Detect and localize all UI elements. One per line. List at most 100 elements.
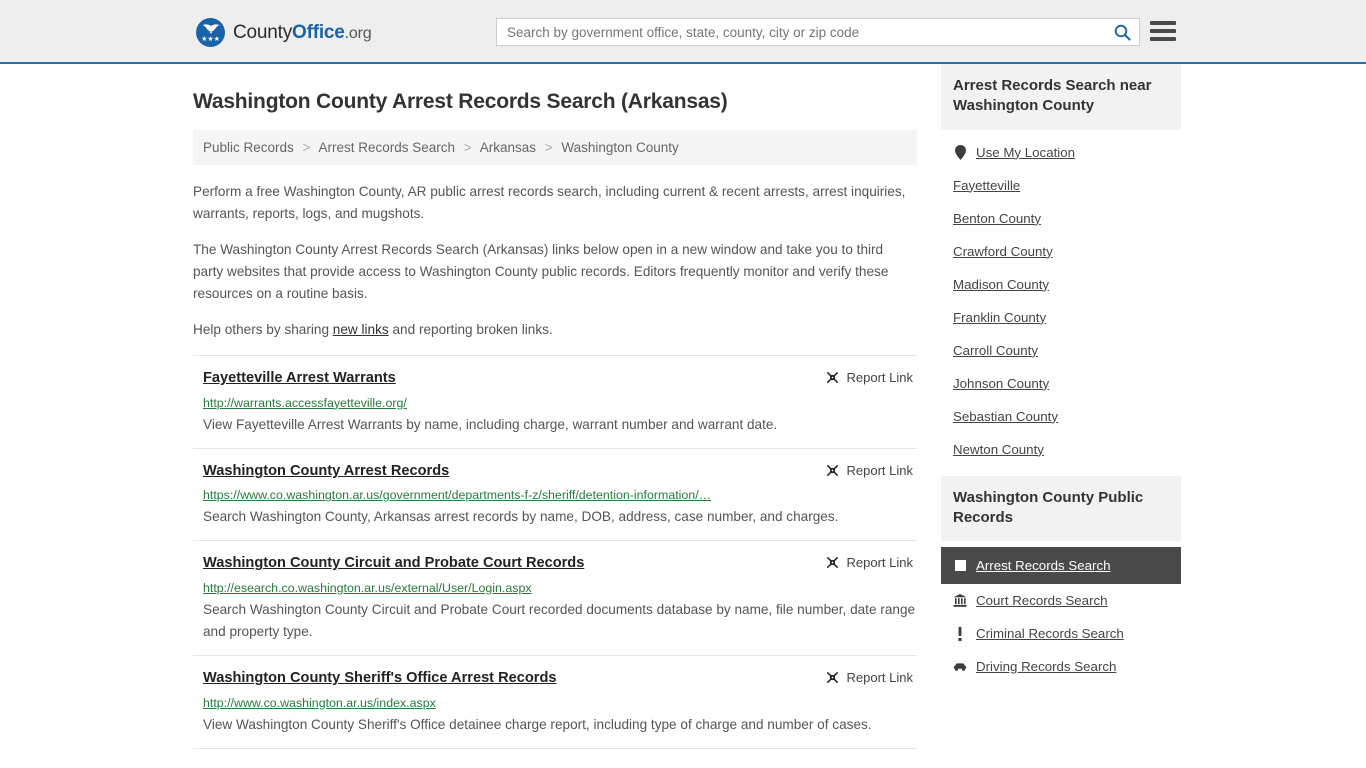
brand-text-org: .org [344, 24, 372, 42]
broken-link-icon [826, 372, 838, 384]
result-entry-header: Washington County Sheriff's Office Arres… [203, 670, 917, 688]
breadcrumb: Public Records > Arrest Records Search >… [193, 130, 917, 165]
broken-link-icon [826, 464, 838, 476]
result-entry-header: Washington County Circuit and Probate Co… [203, 555, 917, 573]
breadcrumb-separator: > [463, 140, 472, 155]
public-records-link[interactable]: Criminal Records Search [976, 626, 1124, 641]
site-header: ★★★ CountyOffice.org [0, 0, 1366, 64]
nearby-link[interactable]: Madison County [953, 277, 1049, 292]
report-link-button[interactable]: Report Link [825, 670, 917, 685]
results-list: Fayetteville Arrest Warrants Report Link… [193, 355, 917, 749]
nearby-link[interactable]: Carroll County [953, 343, 1038, 358]
logo-stars: ★★★ [201, 36, 220, 43]
brand-text-office: Office [292, 21, 345, 43]
sidebar-item-sebastian-county[interactable]: Sebastian County [941, 400, 1181, 433]
site-logo-link[interactable]: ★★★ CountyOffice.org [196, 18, 372, 47]
nearby-searches-panel: Arrest Records Search near Washington Co… [941, 64, 1181, 466]
result-title-link[interactable]: Washington County Arrest Records [203, 463, 449, 481]
search-button[interactable] [1105, 19, 1139, 45]
nearby-link[interactable]: Fayetteville [953, 178, 1020, 193]
nearby-link[interactable]: Sebastian County [953, 409, 1058, 424]
sidebar: Arrest Records Search near Washington Co… [941, 64, 1181, 693]
report-link-label: Report Link [846, 670, 913, 686]
nearby-link[interactable]: Franklin County [953, 310, 1046, 325]
sidebar-item-johnson-county[interactable]: Johnson County [941, 367, 1181, 400]
result-url[interactable]: http://esearch.co.washington.ar.us/exter… [203, 580, 917, 596]
result-title-link[interactable]: Washington County Sheriff's Office Arres… [203, 670, 557, 688]
new-links-link[interactable]: new links [333, 322, 389, 337]
page-title: Washington County Arrest Records Search … [193, 90, 728, 113]
sidebar-item-benton-county[interactable]: Benton County [941, 202, 1181, 235]
result-title-link[interactable]: Washington County Circuit and Probate Co… [203, 555, 584, 573]
page-body: Washington County Arrest Records Search … [0, 64, 1366, 749]
result-url[interactable]: https://www.co.washington.ar.us/governme… [203, 487, 917, 503]
public-records-link[interactable]: Court Records Search [976, 593, 1108, 608]
brand-text-county: County [233, 21, 293, 43]
result-url[interactable]: http://warrants.accessfayetteville.org/ [203, 395, 917, 411]
search-icon [1114, 24, 1130, 40]
breadcrumb-separator: > [302, 140, 311, 155]
result-entry-header: Washington County Arrest Records Report … [203, 463, 917, 481]
result-description: Search Washington County, Arkansas arres… [203, 509, 839, 525]
eagle-icon [202, 24, 219, 34]
sidebar-item-arrest-records-search[interactable]: Arrest Records Search [941, 547, 1181, 584]
intro-paragraph-3: Help others by sharing new links and rep… [193, 319, 917, 341]
result-title-link[interactable]: Fayetteville Arrest Warrants [203, 370, 396, 388]
sidebar-item-driving-records-search[interactable]: Driving Records Search [941, 650, 1181, 683]
main-content-column: Washington County Arrest Records Search … [193, 64, 933, 749]
sidebar-item-newton-county[interactable]: Newton County [941, 433, 1181, 466]
sidebar-item-madison-county[interactable]: Madison County [941, 268, 1181, 301]
result-entry: Washington County Sheriff's Office Arres… [193, 655, 917, 748]
hamburger-bar-2 [1150, 29, 1176, 33]
white-square-icon [953, 560, 967, 571]
report-link-label: Report Link [846, 462, 913, 478]
sidebar-item-carroll-county[interactable]: Carroll County [941, 334, 1181, 367]
report-link-label: Report Link [846, 555, 913, 571]
countyoffice-logo-icon: ★★★ [196, 18, 225, 47]
brand-wordmark: CountyOffice.org [233, 21, 372, 44]
intro-p3-prefix: Help others by sharing [193, 322, 333, 338]
breadcrumb-item-arkansas[interactable]: Arkansas [480, 140, 536, 155]
breadcrumb-item-public-records[interactable]: Public Records [203, 140, 294, 155]
result-entry: Washington County Circuit and Probate Co… [193, 540, 917, 655]
sidebar-item-franklin-county[interactable]: Franklin County [941, 301, 1181, 334]
broken-link-icon [826, 557, 838, 569]
sidebar-item-criminal-records-search[interactable]: Criminal Records Search [941, 617, 1181, 650]
exclamation-icon [953, 626, 967, 641]
result-entry-header: Fayetteville Arrest Warrants Report Link [203, 370, 917, 388]
map-pin-icon [953, 144, 967, 160]
public-records-panel: Washington County Public Records Arrest … [941, 475, 1181, 684]
sidebar-item-court-records-search[interactable]: Court Records Search [941, 584, 1181, 617]
result-description: View Washington County Sheriff's Office … [203, 716, 872, 732]
nearby-link[interactable]: Newton County [953, 442, 1044, 457]
result-url[interactable]: http://www.co.washington.ar.us/index.asp… [203, 695, 917, 711]
breadcrumb-separator: > [544, 140, 553, 155]
nearby-link[interactable]: Benton County [953, 211, 1041, 226]
nearby-link[interactable]: Johnson County [953, 376, 1049, 391]
intro-paragraph-1: Perform a free Washington County, AR pub… [193, 184, 906, 222]
nearby-list: Use My Location Fayetteville Benton Coun… [941, 130, 1181, 466]
results-bottom-divider [193, 747, 917, 749]
public-records-link[interactable]: Driving Records Search [976, 659, 1116, 674]
intro-p3-suffix: and reporting broken links. [388, 322, 553, 338]
use-my-location-link[interactable]: Use My Location [976, 145, 1075, 160]
sidebar-item-crawford-county[interactable]: Crawford County [941, 235, 1181, 268]
search-input[interactable] [497, 19, 1105, 45]
sidebar-item-fayetteville[interactable]: Fayetteville [941, 169, 1181, 202]
breadcrumb-item-washington-county[interactable]: Washington County [561, 140, 678, 155]
public-records-link[interactable]: Arrest Records Search [976, 558, 1111, 573]
nearby-link[interactable]: Crawford County [953, 244, 1053, 259]
report-link-button[interactable]: Report Link [825, 555, 917, 570]
hamburger-bar-1 [1150, 21, 1176, 25]
result-description: View Fayetteville Arrest Warrants by nam… [203, 416, 778, 432]
report-link-label: Report Link [846, 370, 913, 386]
report-link-button[interactable]: Report Link [825, 370, 917, 385]
hamburger-menu-button[interactable] [1150, 19, 1176, 43]
car-icon [953, 662, 967, 672]
use-my-location-item[interactable]: Use My Location [941, 136, 1181, 169]
breadcrumb-item-arrest-records-search[interactable]: Arrest Records Search [318, 140, 455, 155]
report-link-button[interactable]: Report Link [825, 463, 917, 478]
public-records-panel-heading: Washington County Public Records [941, 475, 1181, 541]
nearby-panel-heading: Arrest Records Search near Washington Co… [941, 64, 1181, 130]
intro-text: Perform a free Washington County, AR pub… [193, 181, 917, 341]
